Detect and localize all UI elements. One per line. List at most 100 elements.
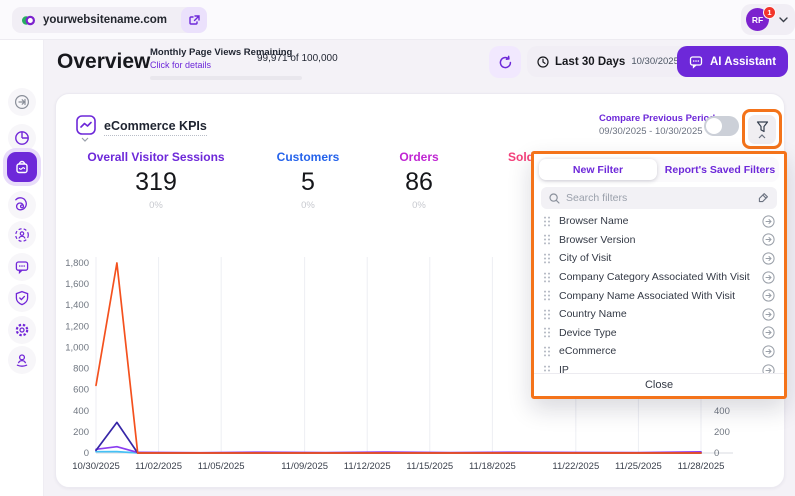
kpis-card-icon: [75, 114, 97, 136]
sidebar: [0, 40, 44, 496]
filter-item-label: Browser Version: [559, 233, 636, 246]
filter-item-label: eCommerce: [559, 345, 617, 358]
filter-list-item[interactable]: IP: [534, 361, 784, 373]
drag-handle-icon[interactable]: [543, 290, 551, 301]
svg-text:11/22/2025: 11/22/2025: [552, 461, 599, 472]
filter-item-label: IP: [559, 364, 569, 373]
filter-list-item[interactable]: Device Type: [534, 324, 784, 343]
kpi-value: 319: [135, 168, 177, 196]
svg-text:11/02/2025: 11/02/2025: [135, 461, 182, 472]
tab-saved-filters[interactable]: Report's Saved Filters: [661, 159, 779, 180]
arrow-circle-right-icon[interactable]: [762, 326, 775, 339]
svg-text:10/30/2025: 10/30/2025: [72, 461, 120, 472]
svg-text:0: 0: [84, 448, 89, 459]
page-title: Overview: [57, 50, 151, 73]
sidebar-item-privacy-shield-icon[interactable]: [8, 284, 36, 312]
card-title[interactable]: eCommerce KPIs: [104, 119, 207, 136]
filter-item-label: Device Type: [559, 326, 617, 339]
svg-text:600: 600: [73, 385, 89, 396]
sidebar-item-analytics-pie-icon[interactable]: [8, 124, 36, 152]
filter-list-item[interactable]: Country Name: [534, 305, 784, 324]
sidebar-item-audience-target-icon[interactable]: [8, 221, 36, 249]
arrow-circle-right-icon[interactable]: [762, 252, 775, 265]
kpi-label[interactable]: Overall Visitor Sessions: [81, 150, 231, 164]
ai-assistant-button[interactable]: AI Assistant: [677, 46, 789, 77]
range-label: Last 30 Days: [555, 55, 626, 68]
tab-new-filter[interactable]: New Filter: [539, 159, 657, 180]
kpi-value: 86: [405, 168, 433, 196]
sidebar-item-behavior-spiral-icon[interactable]: [8, 191, 36, 219]
external-link-icon: [188, 14, 201, 27]
filter-list-item[interactable]: City of Visit: [534, 249, 784, 268]
sidebar-item-ecommerce-bag-icon[interactable]: [7, 152, 37, 182]
search-input[interactable]: [566, 192, 751, 204]
site-domain: yourwebsitename.com: [43, 14, 167, 26]
svg-text:200: 200: [73, 427, 89, 438]
filter-item-label: Country Name: [559, 308, 627, 321]
drag-handle-icon[interactable]: [543, 253, 551, 264]
svg-text:200: 200: [714, 427, 730, 438]
search-icon: [549, 192, 560, 204]
filter-item-label: City of Visit: [559, 252, 612, 265]
kpi-column: Overall Visitor Sessions 319 0%: [81, 150, 231, 211]
filter-list-item[interactable]: Company Category Associated With Visit: [534, 268, 784, 287]
svg-text:1,800: 1,800: [65, 258, 89, 269]
arrow-circle-right-icon[interactable]: [762, 363, 775, 373]
svg-text:1,200: 1,200: [65, 321, 89, 332]
drag-handle-icon[interactable]: [543, 272, 551, 283]
svg-text:11/12/2025: 11/12/2025: [344, 461, 391, 472]
svg-text:1,000: 1,000: [65, 342, 89, 353]
chevron-down-icon[interactable]: [81, 137, 89, 142]
arrow-circle-right-icon[interactable]: [762, 289, 775, 302]
ai-assistant-label: AI Assistant: [710, 55, 777, 68]
svg-text:11/25/2025: 11/25/2025: [615, 461, 662, 472]
drag-handle-icon[interactable]: [543, 327, 551, 338]
drag-handle-icon[interactable]: [543, 309, 551, 320]
svg-text:400: 400: [73, 406, 89, 417]
refresh-button[interactable]: [489, 46, 521, 78]
compare-label: Compare Previous Period: [599, 113, 716, 124]
top-bar: yourwebsitename.com RF 1: [0, 0, 795, 40]
site-selector[interactable]: yourwebsitename.com: [12, 7, 205, 33]
sidebar-item-settings-gear-icon[interactable]: [8, 316, 36, 344]
filter-item-label: Browser Name: [559, 215, 629, 228]
arrow-circle-right-icon[interactable]: [762, 308, 775, 321]
drag-handle-icon[interactable]: [543, 216, 551, 227]
filter-panel: New Filter Report's Saved Filters Browse…: [531, 151, 787, 399]
svg-text:11/28/2025: 11/28/2025: [678, 461, 725, 472]
sidebar-item-visitor-location-icon[interactable]: [8, 346, 36, 374]
filter-item-label: Company Name Associated With Visit: [559, 289, 736, 302]
filter-list-item[interactable]: eCommerce: [534, 342, 784, 361]
filter-list-item[interactable]: Browser Version: [534, 231, 784, 250]
svg-text:800: 800: [73, 364, 89, 375]
user-menu[interactable]: RF 1: [741, 4, 795, 35]
svg-text:11/15/2025: 11/15/2025: [406, 461, 453, 472]
clear-search-icon[interactable]: [757, 192, 769, 204]
kpi-label[interactable]: Orders: [344, 150, 494, 164]
svg-text:400: 400: [714, 406, 730, 417]
sidebar-item-feedback-chat-icon[interactable]: [8, 253, 36, 281]
toggle-knob: [706, 118, 722, 134]
drag-handle-icon[interactable]: [543, 346, 551, 357]
filter-button[interactable]: [748, 115, 776, 144]
filter-list-item[interactable]: Company Name Associated With Visit: [534, 286, 784, 305]
filter-item-list: Browser Name Browser Version City of Vis…: [534, 212, 784, 373]
filter-search[interactable]: [541, 187, 777, 209]
drag-handle-icon[interactable]: [543, 234, 551, 245]
arrow-circle-right-icon[interactable]: [762, 270, 775, 284]
svg-text:11/09/2025: 11/09/2025: [281, 461, 328, 472]
open-site-button[interactable]: [181, 7, 207, 33]
sidebar-collapse-icon[interactable]: [8, 88, 36, 116]
filter-list-item[interactable]: Browser Name: [534, 212, 784, 231]
arrow-circle-right-icon[interactable]: [762, 233, 775, 246]
close-button[interactable]: Close: [534, 373, 784, 396]
clock-icon: [537, 55, 549, 68]
chat-icon: [689, 55, 703, 69]
filter-tabs: New Filter Report's Saved Filters: [539, 157, 779, 182]
arrow-circle-right-icon[interactable]: [762, 215, 775, 228]
filter-item-label: Company Category Associated With Visit: [559, 271, 750, 284]
drag-handle-icon[interactable]: [543, 365, 551, 373]
compare-toggle[interactable]: [704, 116, 739, 136]
arrow-circle-right-icon[interactable]: [762, 345, 775, 358]
compare-dates: 09/30/2025 - 10/30/2025: [599, 126, 703, 137]
